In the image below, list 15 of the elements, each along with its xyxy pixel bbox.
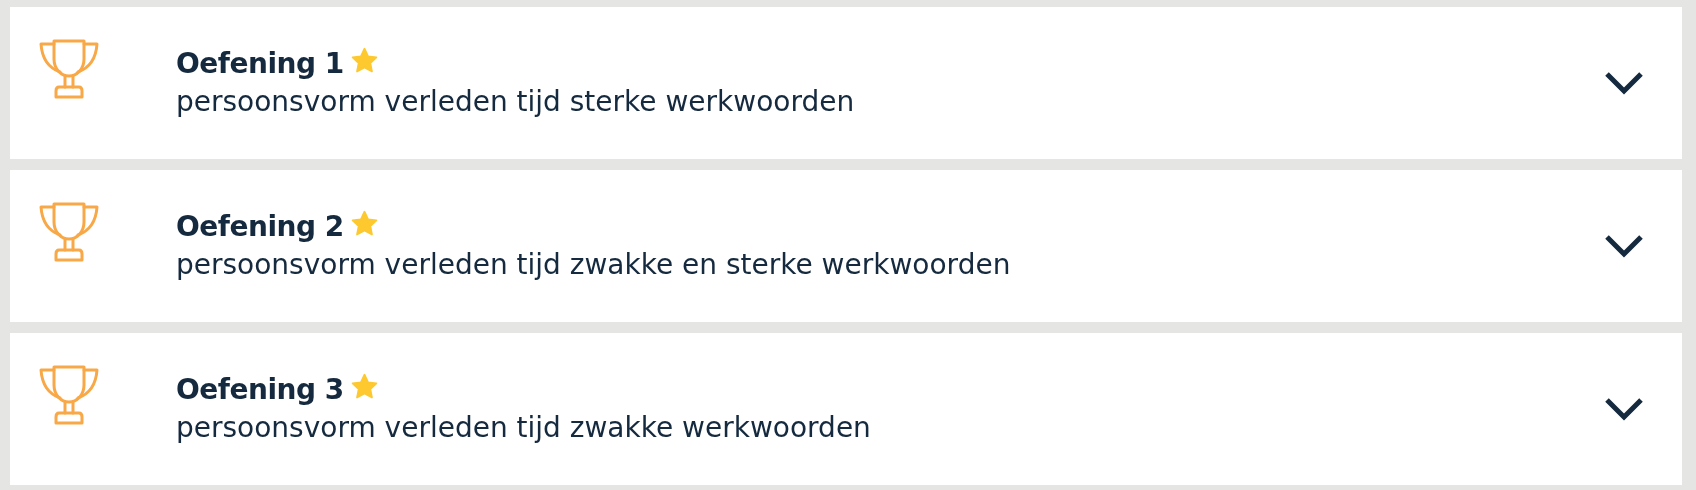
trophy-icon [39, 365, 99, 425]
expand-icon[interactable] [1604, 70, 1644, 96]
exercise-description: persoonsvorm verleden tijd zwakke en sterke werkwoorden [176, 248, 1011, 281]
exercise-card[interactable]: Oefening 3 persoonsvorm verleden tijd zwakke werkwoorden [10, 333, 1682, 485]
trophy-icon [39, 202, 99, 262]
exercise-title: Oefening 1 [176, 47, 344, 80]
trophy-icon [39, 39, 99, 99]
expand-icon[interactable] [1604, 233, 1644, 259]
exercise-title: Oefening 3 [176, 373, 344, 406]
exercise-description: persoonsvorm verleden tijd zwakke werkwoorden [176, 411, 871, 444]
exercise-description: persoonsvorm verleden tijd sterke werkwoorden [176, 85, 855, 118]
exercise-card[interactable]: Oefening 2 persoonsvorm verleden tijd zwakke en sterke werkwoorden [10, 170, 1682, 322]
exercise-card[interactable]: Oefening 1 persoonsvorm verleden tijd sterke werkwoorden [10, 7, 1682, 159]
exercise-title: Oefening 2 [176, 210, 344, 243]
expand-icon[interactable] [1604, 396, 1644, 422]
